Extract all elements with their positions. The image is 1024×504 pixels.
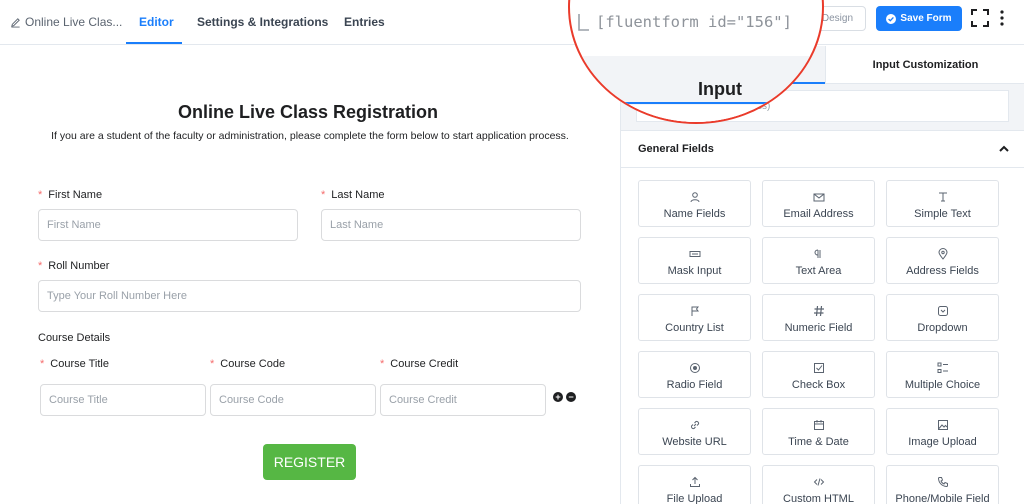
repeater-controls: + − xyxy=(553,392,576,402)
magnified-search: (Address) xyxy=(620,105,822,122)
check-circle-icon xyxy=(886,13,897,24)
field-website-url[interactable]: Website URL xyxy=(638,408,751,455)
magnified-tab-indicator xyxy=(598,102,822,104)
form-name: Online Live Clas... xyxy=(25,15,123,29)
field-mask-input[interactable]: Mask Input xyxy=(638,237,751,284)
fullscreen-icon[interactable] xyxy=(971,9,989,27)
more-vertical-icon[interactable] xyxy=(998,9,1006,27)
course-credit-input[interactable]: Course Credit xyxy=(380,384,546,416)
first-name-input[interactable]: First Name xyxy=(38,209,298,241)
form-title: Online Live Class Registration xyxy=(177,102,439,122)
checkbox-icon xyxy=(813,363,824,373)
field-simple-text[interactable]: Simple Text xyxy=(886,180,999,227)
form-description: If you are a student of the faculty or a… xyxy=(51,130,569,142)
dropdown-icon xyxy=(937,306,948,316)
image-icon xyxy=(937,420,948,430)
keyboard-icon xyxy=(689,251,700,257)
fields-grid: Name Fields Email Address Simple Text Ma… xyxy=(621,168,1024,504)
user-icon xyxy=(690,192,699,203)
field-image-upload[interactable]: Image Upload xyxy=(886,408,999,455)
shortcode-magnifier-callout: [fluentform id="156"] Input (Address) xyxy=(568,0,824,124)
course-title-label: * Course Title xyxy=(40,358,109,370)
tab-entries[interactable]: Entries xyxy=(344,15,385,29)
form-shortcode[interactable]: [fluentform id="156"] xyxy=(596,13,792,31)
flag-icon xyxy=(691,306,699,316)
last-name-input[interactable]: Last Name xyxy=(321,209,581,241)
tab-editor[interactable]: Editor xyxy=(139,15,174,29)
tab-input[interactable]: Input xyxy=(698,79,742,100)
upload-icon xyxy=(689,476,700,487)
field-country-list[interactable]: Country List xyxy=(638,294,751,341)
magnified-view: [fluentform id="156"] Input (Address) xyxy=(570,0,822,122)
list-icon xyxy=(937,362,948,373)
field-name-fields[interactable]: Name Fields xyxy=(638,180,751,227)
tab-input-customization[interactable]: Input Customization xyxy=(825,46,1024,84)
chevron-up-icon xyxy=(999,145,1009,152)
field-radio-field[interactable]: Radio Field xyxy=(638,351,751,398)
roll-number-input[interactable]: Type Your Roll Number Here xyxy=(38,280,581,312)
edit-icon xyxy=(11,17,20,28)
calendar-icon xyxy=(813,420,824,430)
form-name-breadcrumb[interactable]: Online Live Clas... xyxy=(10,15,122,29)
course-code-input[interactable]: Course Code xyxy=(210,384,376,416)
copy-icon[interactable] xyxy=(576,12,590,34)
add-row-icon[interactable]: + xyxy=(553,392,563,402)
general-fields-title: General Fields xyxy=(638,143,714,155)
radio-icon xyxy=(689,363,700,373)
field-text-area[interactable]: Text Area xyxy=(762,237,875,284)
field-phone-mobile[interactable]: Phone/Mobile Field xyxy=(886,465,999,504)
register-button[interactable]: REGISTER xyxy=(263,444,356,480)
last-name-label: * Last Name xyxy=(321,189,385,201)
remove-row-icon[interactable]: − xyxy=(566,392,576,402)
tab-settings-integrations[interactable]: Settings & Integrations xyxy=(197,15,328,29)
field-custom-html[interactable]: Custom HTML xyxy=(762,465,875,504)
save-form-label: Save Form xyxy=(900,13,952,24)
field-email-address[interactable]: Email Address xyxy=(762,180,875,227)
form-editor-canvas: Online Live Class Registration If you ar… xyxy=(0,46,620,504)
hash-icon xyxy=(813,305,824,317)
roll-number-label: * Roll Number xyxy=(38,260,110,272)
field-multiple-choice[interactable]: Multiple Choice xyxy=(886,351,999,398)
text-cursor-icon xyxy=(938,192,947,202)
field-check-box[interactable]: Check Box xyxy=(762,351,875,398)
first-name-label: * First Name xyxy=(38,189,103,201)
save-form-button[interactable]: Save Form xyxy=(876,6,962,31)
top-bar: Online Live Clas... Editor Settings & In… xyxy=(0,0,1024,45)
field-dropdown[interactable]: Dropdown xyxy=(886,294,999,341)
phone-icon xyxy=(937,477,948,488)
code-icon xyxy=(813,478,824,486)
general-fields-header[interactable]: General Fields xyxy=(621,130,1024,168)
map-pin-icon xyxy=(937,248,948,260)
active-tab-indicator xyxy=(126,42,182,44)
course-credit-label: * Course Credit xyxy=(380,358,459,370)
field-file-upload[interactable]: File Upload xyxy=(638,465,751,504)
paragraph-icon xyxy=(814,249,820,258)
field-numeric-field[interactable]: Numeric Field xyxy=(762,294,875,341)
field-time-date[interactable]: Time & Date xyxy=(762,408,875,455)
course-code-label: * Course Code xyxy=(210,358,286,370)
link-icon xyxy=(690,420,699,430)
envelope-icon xyxy=(813,193,824,202)
course-title-input[interactable]: Course Title xyxy=(40,384,206,416)
field-address-fields[interactable]: Address Fields xyxy=(886,237,999,284)
course-details-label: Course Details xyxy=(38,332,111,344)
